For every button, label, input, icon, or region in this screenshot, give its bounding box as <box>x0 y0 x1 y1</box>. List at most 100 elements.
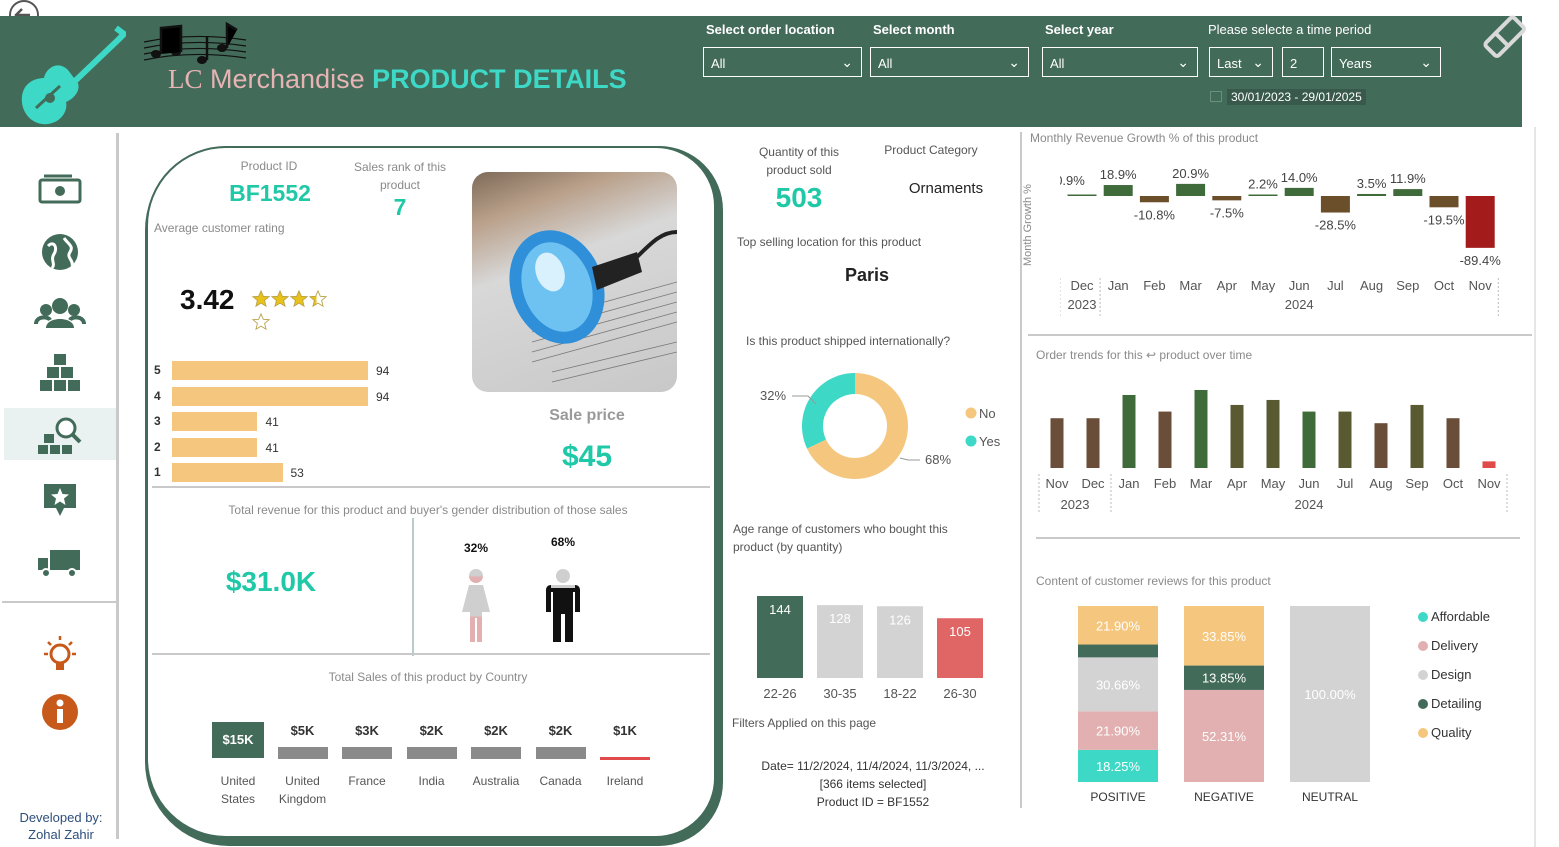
growth-bar <box>1103 185 1133 196</box>
order-location-select[interactable]: All ⌄ <box>703 47 862 77</box>
delivery-truck-icon[interactable] <box>34 538 86 586</box>
order-year-label: 2023 <box>1061 497 1090 512</box>
top-location-value: Paris <box>844 265 890 285</box>
product-image <box>472 172 677 392</box>
globe-icon[interactable] <box>34 228 86 276</box>
donut-label-yes: 32% <box>760 388 786 403</box>
product-search-icon[interactable] <box>34 412 86 460</box>
country-value: $5K <box>290 723 315 738</box>
year-select[interactable]: All ⌄ <box>1042 47 1198 77</box>
order-bar <box>1086 418 1100 468</box>
guitar-logo-icon <box>14 24 129 128</box>
review-segment-label: 30.66% <box>1096 677 1141 692</box>
review-segment-label: 21.90% <box>1096 724 1141 739</box>
legend-item: Design <box>1418 660 1490 689</box>
date-range-display[interactable]: 30/01/2023 - 29/01/2025 <box>1210 89 1366 105</box>
country-bar <box>342 747 392 759</box>
sales-rank-value: 7 <box>393 194 407 220</box>
order-tick-label: Apr <box>1227 476 1248 491</box>
growth-tick-label: May <box>1251 278 1276 293</box>
period-count-input[interactable]: 2 <box>1282 47 1324 77</box>
legend-item: Detailing <box>1418 689 1490 718</box>
country-value: $2K <box>484 723 508 738</box>
review-segment-label: 33.85% <box>1202 629 1247 644</box>
month-label: Select month <box>873 22 955 37</box>
rating-bar <box>172 463 283 482</box>
intl-donut-chart: 32% 68% No Yes <box>760 373 1001 479</box>
legend-label: Delivery <box>1431 638 1478 653</box>
qty-value: 503 <box>775 182 823 213</box>
sale-price-value: $45 <box>561 440 613 473</box>
age-bar-value: 126 <box>889 612 911 627</box>
info-icon[interactable] <box>34 688 86 736</box>
sales-rank-label: Sales rank of this product <box>353 160 447 192</box>
review-segment-label: 100.00% <box>1304 687 1356 702</box>
age-bar-value: 128 <box>829 611 851 626</box>
orders-title: Order trends for this ↩ product over tim… <box>1036 348 1253 362</box>
star-icon <box>251 312 271 331</box>
review-category-label: POSITIVE <box>1090 790 1145 804</box>
order-bar <box>1194 390 1208 468</box>
money-icon[interactable] <box>34 168 86 216</box>
country-name: France <box>348 774 386 788</box>
rating-count: 41 <box>265 440 279 455</box>
period-unit-value: Years <box>1339 56 1372 71</box>
star-icon <box>251 289 271 308</box>
eraser-icon[interactable] <box>1478 10 1530 62</box>
filters-applied-line1: Date= 11/2/2024, 11/4/2024, 11/3/2024, .… <box>761 759 985 773</box>
order-tick-label: May <box>1261 476 1286 491</box>
order-location-label: Select order location <box>706 22 835 37</box>
legend-dot <box>965 435 977 447</box>
customers-icon[interactable] <box>34 290 86 338</box>
order-bar <box>1482 461 1496 468</box>
growth-tick-label: Feb <box>1143 278 1165 293</box>
age-tick-label: 22-26 <box>763 686 796 701</box>
legend-label: Quality <box>1431 725 1472 740</box>
review-star-icon[interactable] <box>34 476 86 524</box>
growth-value-label: 14.0% <box>1281 170 1318 185</box>
boxes-icon[interactable] <box>34 350 86 398</box>
chevron-down-icon: ⌄ <box>1252 54 1264 70</box>
rating-stars <box>251 289 346 331</box>
growth-value-label: 2.2% <box>1248 177 1278 192</box>
legend-label-no: No <box>979 406 996 421</box>
female-pct: 32% <box>463 541 489 555</box>
filters-applied-title: Filters Applied on this page <box>732 716 877 730</box>
order-tick-label: Feb <box>1154 476 1176 491</box>
page-edge <box>1534 127 1536 847</box>
country-name: United <box>220 774 256 788</box>
country-name: States <box>220 792 256 806</box>
filters-applied-line2: [366 items selected] <box>819 777 927 791</box>
period-unit-select[interactable]: Years ⌄ <box>1331 47 1441 77</box>
month-value: All <box>878 56 893 71</box>
growth-year-label: 2024 <box>1285 297 1314 312</box>
order-bar <box>1050 418 1064 468</box>
review-category-label: NEUTRAL <box>1302 790 1358 804</box>
order-bar <box>1446 418 1460 468</box>
month-select[interactable]: All ⌄ <box>870 47 1029 77</box>
lightbulb-icon[interactable] <box>34 632 86 680</box>
growth-bar <box>1357 193 1387 196</box>
year-label: Select year <box>1045 22 1114 37</box>
relative-select[interactable]: Last ⌄ <box>1209 47 1273 77</box>
growth-year-label: 2023 <box>1068 297 1097 312</box>
brand-title: LC Merchandise PRODUCT DETAILS <box>168 64 627 95</box>
growth-tick-label: Aug <box>1360 278 1383 293</box>
order-tick-label: Aug <box>1369 476 1392 491</box>
legend-label: Affordable <box>1431 609 1491 624</box>
growth-tick-label: Oct <box>1434 278 1455 293</box>
card-divider <box>152 486 710 488</box>
growth-tick-label: Jun <box>1289 278 1310 293</box>
country-sales-chart: $15K United States $5K United Kingdom $3K Franc… <box>200 710 670 820</box>
orders-chart: Nov Dec Jan Feb Mar Apr May Jun Jul Aug Sep Oct Nov 2… <box>1038 390 1508 514</box>
country-title: Total Sales of this product by Country <box>328 670 528 684</box>
legend-item: Delivery <box>1418 631 1490 660</box>
legend-dot <box>1418 728 1428 738</box>
legend-dot <box>1418 699 1428 709</box>
order-bar <box>1158 411 1172 468</box>
donut-label-no: 68% <box>925 452 951 467</box>
growth-value-label: -89.4% <box>1460 253 1502 268</box>
rating-star-label: 3 <box>154 414 161 428</box>
growth-bar <box>1212 196 1242 201</box>
sidebar-divider <box>116 133 119 839</box>
